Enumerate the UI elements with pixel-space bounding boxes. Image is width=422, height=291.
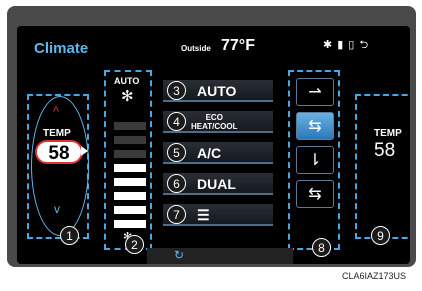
- driver-temp-control[interactable]: ^ TEMP 58 v: [27, 94, 89, 239]
- callout-7: 7: [167, 205, 186, 224]
- fan-level-bar: [114, 136, 146, 144]
- callout-4: 4: [167, 112, 186, 131]
- ac-button[interactable]: 5 A/C: [163, 142, 273, 164]
- callout-2: 2: [125, 235, 144, 254]
- bluetooth-icon: ✱: [323, 39, 333, 51]
- recirculation-bar[interactable]: ↻: [147, 248, 293, 264]
- battery-icon: ▯: [348, 39, 355, 51]
- driver-temp-value: 58: [35, 140, 83, 164]
- vent-feet-icon[interactable]: ⇂: [296, 146, 334, 174]
- auto-button[interactable]: 3 AUTO: [163, 80, 273, 102]
- menu-list-icon: ☰: [197, 207, 210, 223]
- fan-level-bar: [114, 206, 146, 214]
- fan-level-bar: [114, 178, 146, 186]
- airflow-mode-selector[interactable]: ⇀ ⇆ ⇂ ⇆: [288, 70, 340, 250]
- fan-level-bar: [114, 122, 146, 130]
- temp-down-icon[interactable]: v: [54, 202, 60, 216]
- options-button[interactable]: 7 ☰: [163, 204, 273, 226]
- outside-label: Outside: [181, 44, 211, 53]
- vent-feet-defrost-icon[interactable]: ⇆: [296, 180, 334, 208]
- dual-button[interactable]: 6 DUAL: [163, 173, 273, 195]
- fan-level-bar: [114, 164, 146, 172]
- fan-level-bar: [114, 220, 146, 228]
- figure-code: CLA6IAZ173US: [342, 271, 407, 281]
- fan-level-bar: [114, 192, 146, 200]
- back-icon[interactable]: ⮌: [359, 38, 368, 52]
- dual-label: DUAL: [197, 176, 236, 192]
- eco-label-bottom: HEAT/COOL: [191, 122, 238, 131]
- temp-pointer-icon: [81, 146, 88, 156]
- fan-icon: ✻: [121, 88, 134, 105]
- screen-title: Climate: [34, 40, 89, 57]
- passenger-temp-value: 58: [374, 140, 396, 161]
- callout-3: 3: [167, 81, 186, 100]
- callout-5: 5: [167, 143, 186, 162]
- driver-temp-label: TEMP: [43, 128, 71, 139]
- ac-label: A/C: [197, 145, 222, 161]
- signal-icon: ▮: [337, 39, 344, 51]
- eco-heat-cool-button[interactable]: 4 ECO HEAT/COOL: [163, 111, 273, 133]
- fan-speed-control[interactable]: AUTO ✻ ✻: [104, 70, 152, 250]
- eco-label-top: ECO: [205, 113, 223, 122]
- vent-face-icon[interactable]: ⇀: [296, 78, 334, 106]
- callout-1: 1: [60, 226, 79, 245]
- fan-level-bar: [114, 150, 146, 158]
- vent-face-feet-icon[interactable]: ⇆: [296, 112, 334, 140]
- status-bar: ✱ ▮ ▯ ⮌: [323, 38, 368, 52]
- passenger-temp-control[interactable]: TEMP 58: [355, 94, 410, 239]
- callout-6: 6: [167, 174, 186, 193]
- temp-up-icon[interactable]: ^: [53, 104, 59, 119]
- fan-auto-label: AUTO: [114, 76, 140, 86]
- callout-8: 8: [312, 238, 331, 257]
- recirculation-icon: ↻: [174, 248, 185, 262]
- eco-label: ECO HEAT/COOL: [191, 113, 238, 131]
- passenger-temp-label: TEMP: [374, 128, 402, 139]
- outside-temperature: 77°F: [221, 37, 255, 54]
- auto-label: AUTO: [197, 83, 237, 99]
- callout-9: 9: [371, 226, 390, 245]
- temp-dial: [31, 96, 89, 236]
